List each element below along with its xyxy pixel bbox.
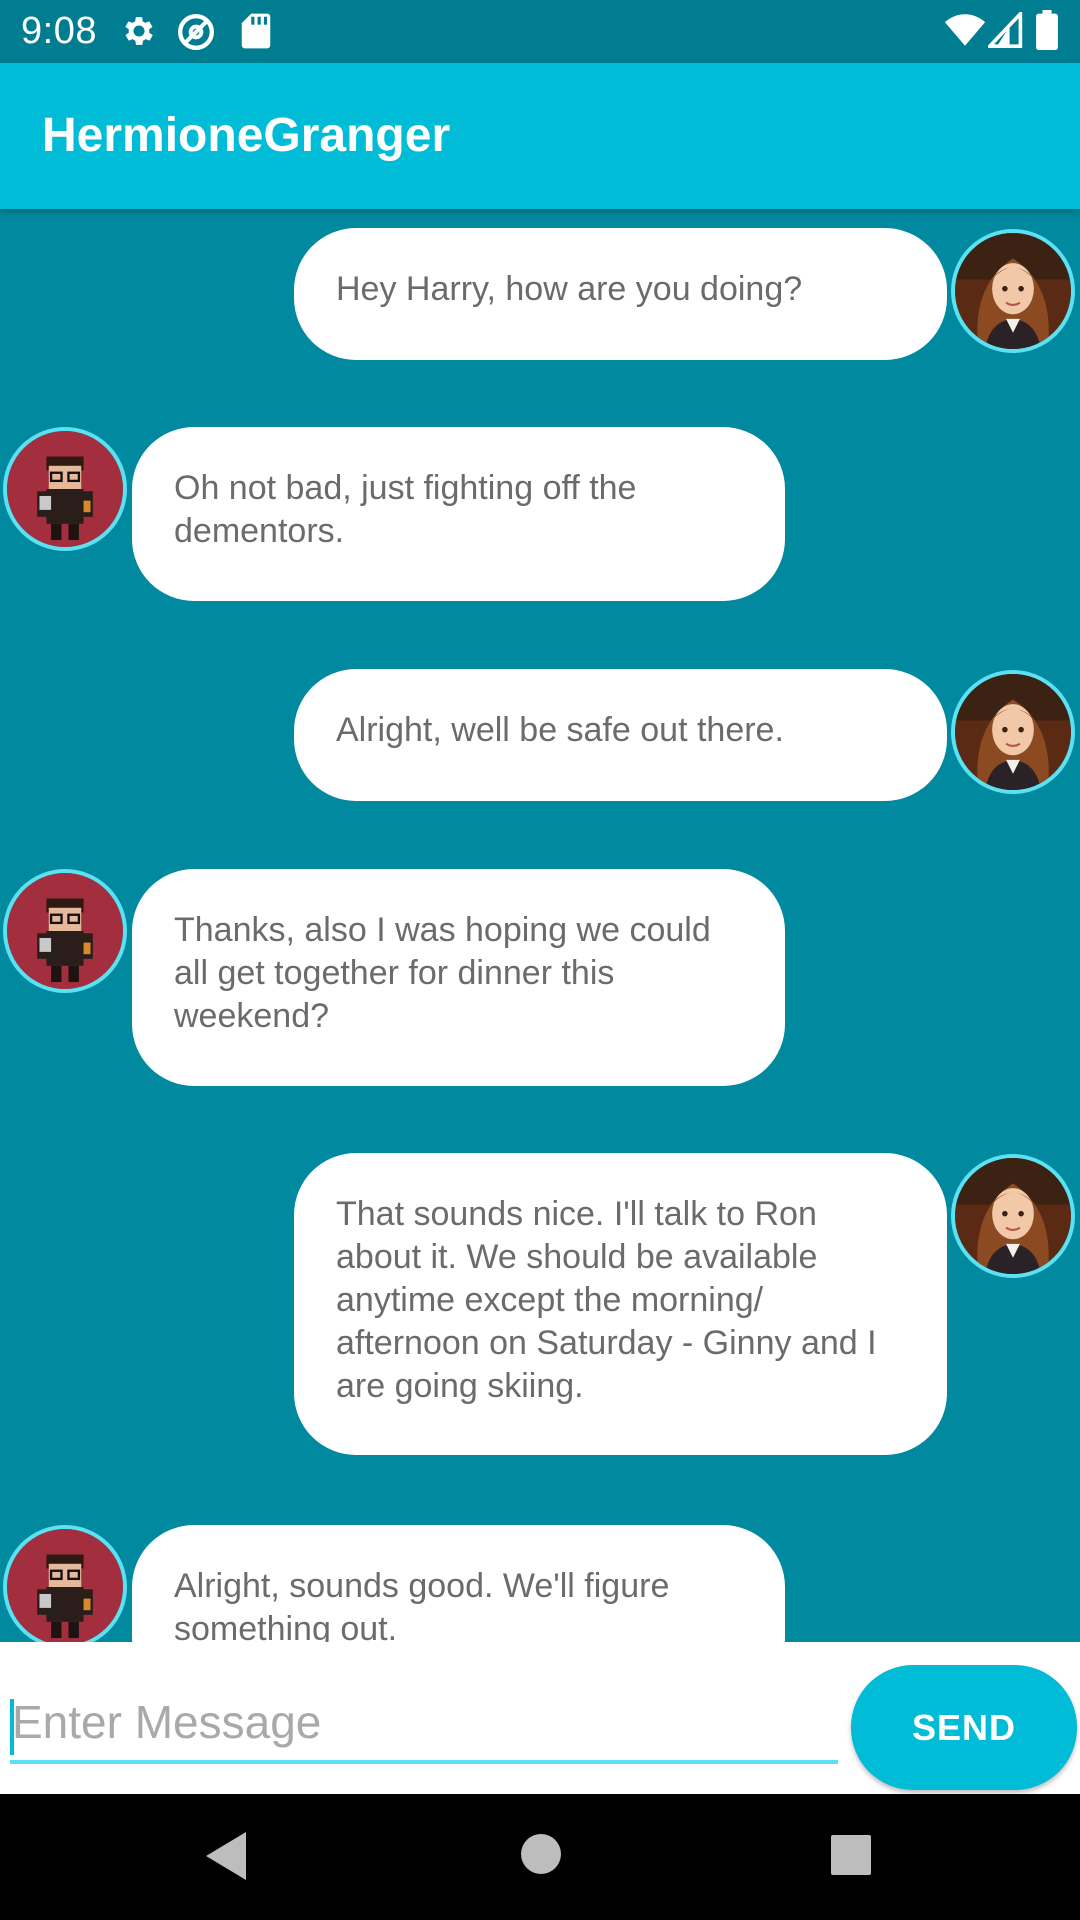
hermione-avatar[interactable] (951, 1154, 1075, 1278)
message-text: That sounds nice. I'll talk to Ron about… (336, 1195, 877, 1405)
at-sign-icon (176, 12, 216, 57)
status-bar: 9:08 (0, 0, 1080, 63)
back-icon[interactable] (202, 1830, 248, 1887)
incoming-message-bubble: Alright, sounds good. We'll figure somet… (132, 1525, 785, 1642)
send-button[interactable]: SEND (851, 1665, 1077, 1790)
system-nav-bar (0, 1794, 1080, 1920)
outgoing-message-bubble: Alright, well be safe out there. (294, 669, 947, 801)
harry-avatar[interactable] (3, 427, 127, 551)
chat-message-list[interactable]: Hey Harry, how are you doing? Oh not bad… (0, 209, 1080, 1642)
cell-signal-icon (985, 9, 1024, 53)
battery-icon (1036, 10, 1058, 55)
text-cursor (10, 1699, 14, 1755)
message-text: Alright, sounds good. We'll figure somet… (174, 1567, 670, 1642)
outgoing-message-bubble: That sounds nice. I'll talk to Ron about… (294, 1153, 947, 1455)
outgoing-message-bubble: Hey Harry, how are you doing? (294, 228, 947, 360)
app-title: HermioneGranger (42, 109, 451, 162)
incoming-message-bubble: Oh not bad, just fighting off the dement… (132, 427, 785, 601)
harry-avatar[interactable] (3, 869, 127, 993)
message-text: Alright, well be safe out there. (336, 711, 784, 749)
message-text: Oh not bad, just fighting off the dement… (174, 469, 637, 550)
status-time: 9:08 (21, 10, 97, 52)
harry-avatar[interactable] (3, 1525, 127, 1642)
incoming-message-bubble: Thanks, also I was hoping we could all g… (132, 869, 785, 1086)
app-bar: HermioneGranger (0, 63, 1080, 209)
sd-card-icon (240, 12, 272, 55)
message-text: Hey Harry, how are you doing? (336, 270, 803, 308)
message-text: Thanks, also I was hoping we could all g… (174, 911, 711, 1035)
home-icon[interactable] (519, 1832, 563, 1881)
gear-icon (120, 12, 158, 55)
wifi-icon (944, 12, 986, 53)
message-input[interactable] (10, 1690, 838, 1764)
message-composer: SEND (0, 1642, 1080, 1794)
recents-icon[interactable] (830, 1834, 872, 1881)
hermione-avatar[interactable] (951, 670, 1075, 794)
hermione-avatar[interactable] (951, 229, 1075, 353)
